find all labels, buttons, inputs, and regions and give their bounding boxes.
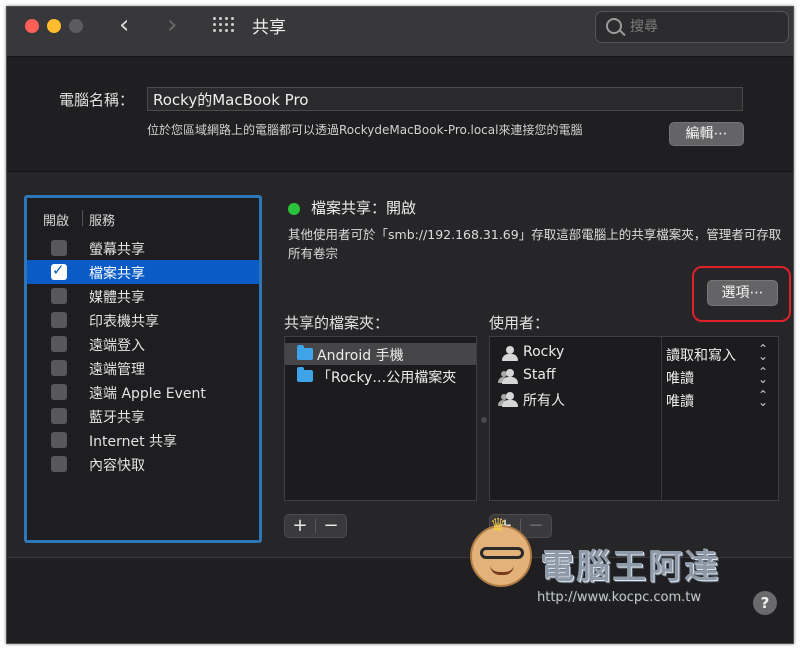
watermark-title: 電腦王阿達: [540, 547, 720, 587]
service-row-remote-apple-events[interactable]: 遠端 Apple Event: [27, 380, 259, 404]
everyone-icon: [498, 392, 519, 408]
column-header-service[interactable]: 服務: [89, 210, 115, 229]
search-input[interactable]: [630, 16, 780, 38]
remove-user-button[interactable]: −: [521, 515, 551, 537]
folders-add-remove: + −: [284, 514, 347, 538]
service-label: 媒體共享: [89, 290, 145, 306]
service-row-bluetooth-sharing[interactable]: 藍牙共享: [27, 404, 259, 428]
folder-icon: [297, 345, 313, 360]
user-row[interactable]: 所有人 唯讀 ⌃ ⌄: [490, 389, 778, 411]
computer-name-input[interactable]: [147, 87, 743, 111]
forward-button[interactable]: ›: [167, 10, 177, 40]
service-checkbox[interactable]: [51, 336, 67, 352]
service-checkbox[interactable]: [51, 456, 67, 472]
service-checkbox[interactable]: [51, 432, 67, 448]
group-icon: [498, 369, 519, 385]
service-checkbox[interactable]: [51, 312, 67, 328]
computer-name-description: 位於您區域網路上的電腦都可以透過RockydeMacBook-Pro.local…: [147, 123, 583, 137]
title-bar: ‹ › 共享: [7, 7, 793, 57]
service-row-file-sharing[interactable]: ✓ 檔案共享: [27, 260, 259, 284]
folder-label: Android 手機: [317, 348, 404, 364]
service-row-internet-sharing[interactable]: Internet 共享: [27, 428, 259, 452]
service-label: 遠端登入: [89, 338, 145, 354]
service-label: 內容快取: [89, 458, 145, 474]
back-button[interactable]: ‹: [119, 10, 129, 40]
services-list[interactable]: 開啟 服務 螢幕共享 ✓ 檔案共享 媒體共享 印表機共享 遠端登入 遠端管理 遠…: [24, 195, 262, 543]
users-list[interactable]: Rocky 讀取和寫入 ⌃ ⌄ Staff 唯讀 ⌃ ⌄ 所有人 唯讀 ⌃ ⌄: [489, 336, 779, 501]
service-label: 藍牙共享: [89, 410, 145, 426]
close-window-button[interactable]: [25, 19, 39, 33]
service-checkbox[interactable]: [51, 288, 67, 304]
service-row-printer-sharing[interactable]: 印表機共享: [27, 308, 259, 332]
folder-row[interactable]: 「Rocky…公用檔案夾: [285, 365, 476, 387]
show-all-grid-icon[interactable]: [213, 17, 235, 35]
zoom-window-button[interactable]: [69, 19, 83, 33]
service-checkbox[interactable]: [51, 360, 67, 376]
permission-popup[interactable]: 唯讀: [666, 368, 694, 388]
users-label: 使用者：: [489, 314, 550, 332]
options-button[interactable]: 選項⋯: [707, 280, 778, 306]
user-name: 所有人: [523, 393, 565, 409]
user-name: Rocky: [523, 344, 565, 360]
pane-splitter-handle[interactable]: [481, 417, 487, 423]
shared-folders-list[interactable]: Android 手機 「Rocky…公用檔案夾: [284, 336, 477, 501]
column-header-on[interactable]: 開啟: [43, 210, 69, 229]
services-list-header: 開啟 服務: [27, 207, 259, 233]
service-label: 螢幕共享: [89, 242, 145, 258]
shared-folders-label: 共享的檔案夾：: [284, 314, 390, 332]
folder-icon: [297, 367, 313, 382]
add-folder-button[interactable]: +: [285, 515, 315, 537]
window-title: 共享: [252, 18, 286, 38]
search-icon: [606, 18, 622, 34]
sharing-window: ‹ › 共享 電腦名稱： 位於您區域網路上的電腦都可以透過RockydeMacB…: [6, 6, 794, 644]
minimize-window-button[interactable]: [47, 19, 61, 33]
user-name: Staff: [523, 367, 556, 383]
service-row-media-sharing[interactable]: 媒體共享: [27, 284, 259, 308]
user-icon: [501, 346, 519, 362]
stepper-chevrons-icon[interactable]: ⌃ ⌄: [758, 389, 768, 408]
column-separator: [82, 210, 83, 226]
service-label: Internet 共享: [89, 434, 178, 450]
computer-name-label: 電腦名稱：: [59, 91, 135, 109]
stepper-chevrons-icon[interactable]: ⌃ ⌄: [758, 343, 768, 362]
service-row-remote-management[interactable]: 遠端管理: [27, 356, 259, 380]
folder-row[interactable]: Android 手機: [285, 343, 476, 365]
stepper-chevrons-icon[interactable]: ⌃ ⌄: [758, 366, 768, 385]
service-label: 印表機共享: [89, 314, 159, 330]
service-row-content-caching[interactable]: 內容快取: [27, 452, 259, 476]
edit-button[interactable]: 編輯⋯: [669, 122, 744, 146]
status-description: 其他使用者可於「smb://192.168.31.69」存取這部電腦上的共享檔案…: [288, 227, 782, 261]
service-row-remote-login[interactable]: 遠端登入: [27, 332, 259, 356]
service-checkbox[interactable]: [51, 408, 67, 424]
checkmark-icon: ✓: [52, 261, 65, 279]
folder-label: 「Rocky…公用檔案夾: [317, 370, 457, 386]
permission-popup[interactable]: 唯讀: [666, 391, 694, 411]
service-checkbox[interactable]: [51, 240, 67, 256]
user-row[interactable]: Staff 唯讀 ⌃ ⌄: [490, 366, 778, 388]
search-field[interactable]: [595, 11, 789, 43]
watermark-mascot-icon: ♛: [470, 515, 532, 587]
service-checkbox[interactable]: ✓: [51, 261, 67, 280]
user-row[interactable]: Rocky 讀取和寫入 ⌃ ⌄: [490, 343, 778, 365]
service-label: 遠端 Apple Event: [89, 386, 206, 402]
service-checkbox[interactable]: [51, 384, 67, 400]
status-indicator-icon: [288, 203, 300, 215]
status-title: 檔案共享：開啟: [311, 199, 417, 217]
service-row-screen-sharing[interactable]: 螢幕共享: [27, 236, 259, 260]
permission-popup[interactable]: 讀取和寫入: [666, 345, 736, 365]
remove-folder-button[interactable]: −: [316, 515, 346, 537]
service-label: 檔案共享: [89, 266, 145, 282]
service-label: 遠端管理: [89, 362, 145, 378]
watermark-url: http://www.kocpc.com.tw: [537, 590, 701, 605]
help-button[interactable]: ?: [753, 591, 777, 615]
